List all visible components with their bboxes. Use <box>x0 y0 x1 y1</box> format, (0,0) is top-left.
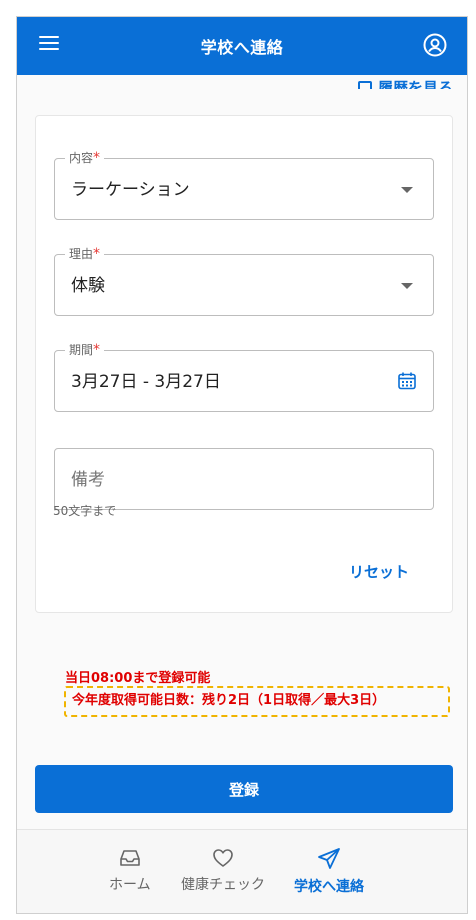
heart-icon <box>213 849 233 867</box>
nav-health-label: 健康チェック <box>181 877 265 893</box>
remarks-hint: 50文字まで <box>53 504 117 518</box>
app-frame: 学校へ連絡 履歴を見る 内容* ラーケーション 理由* 体験 期間* 3月27日… <box>16 16 468 914</box>
period-input[interactable]: 期間* 3月27日 - 3月27日 <box>54 342 434 412</box>
nav-contact[interactable]: 学校へ連絡 <box>294 848 364 896</box>
content-select[interactable]: 内容* ラーケーション <box>54 150 434 220</box>
chevron-down-icon <box>401 283 413 289</box>
menu-icon[interactable] <box>39 36 59 56</box>
remarks-input[interactable]: 備考 <box>54 448 434 510</box>
send-icon <box>318 848 340 869</box>
deadline-notice: 当日08:00まで登録可能 <box>65 671 211 686</box>
page-title: 学校へ連絡 <box>200 38 284 57</box>
history-link-label: 履歴を見る <box>377 79 453 89</box>
reset-button[interactable]: リセット <box>349 561 409 582</box>
remaining-days-notice: 今年度取得可能日数：残り2日（1日取得／最大3日） <box>64 686 450 717</box>
reason-select[interactable]: 理由* 体験 <box>54 246 434 316</box>
submit-button[interactable]: 登録 <box>35 765 453 813</box>
chevron-down-icon <box>401 187 413 193</box>
account-icon[interactable] <box>423 33 447 57</box>
calendar-icon[interactable] <box>397 371 417 391</box>
nav-home-label: ホーム <box>109 877 151 893</box>
app-bar: 学校へ連絡 <box>17 17 467 75</box>
content-value: ラーケーション <box>71 180 190 200</box>
calendar-icon <box>357 81 372 89</box>
inbox-icon <box>119 850 140 866</box>
nav-contact-label: 学校へ連絡 <box>294 879 364 895</box>
nav-home[interactable]: ホーム <box>109 848 151 894</box>
history-link[interactable]: 履歴を見る <box>327 73 467 89</box>
reason-value: 体験 <box>71 276 105 296</box>
period-value: 3月27日 - 3月27日 <box>71 372 221 392</box>
nav-health[interactable]: 健康チェック <box>181 848 265 894</box>
form-card: 内容* ラーケーション 理由* 体験 期間* 3月27日 - 3月27日 備考 <box>35 115 453 613</box>
bottom-nav: ホーム 健康チェック 学校へ連絡 <box>17 829 467 913</box>
